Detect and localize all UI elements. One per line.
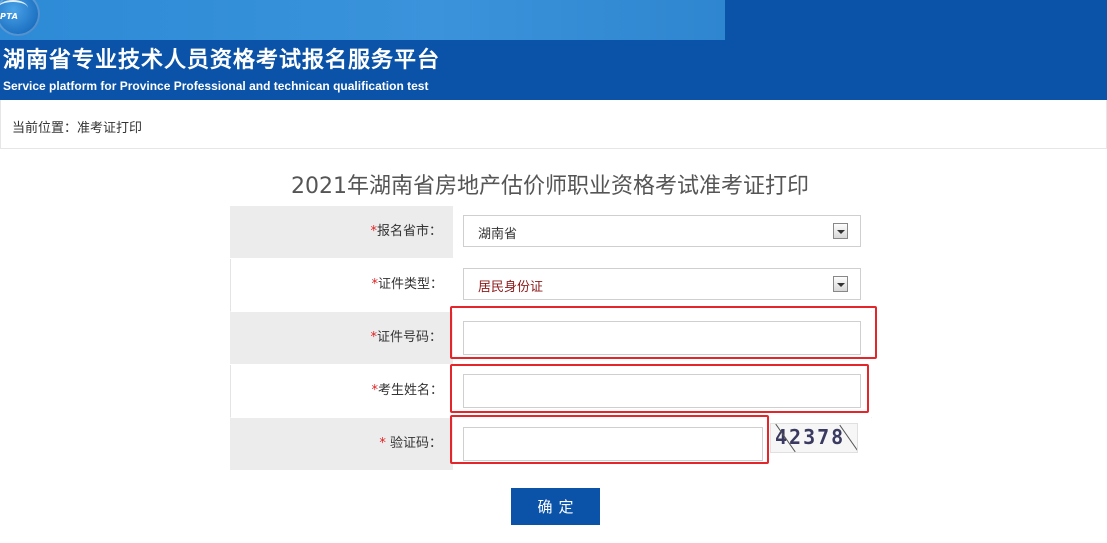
captcha-input[interactable]: [463, 427, 763, 461]
breadcrumb-bar: 当前位置：准考证打印: [0, 100, 1107, 149]
id-number-label: *证件号码：: [230, 312, 442, 364]
name-label: *考生姓名：: [231, 365, 443, 417]
id-type-cell: 居民身份证: [453, 259, 872, 311]
chevron-down-icon[interactable]: [833, 276, 848, 292]
province-select-value: 湖南省: [478, 227, 518, 242]
required-mark: *: [379, 436, 390, 451]
breadcrumb: 当前位置：准考证打印: [12, 121, 143, 136]
province-label: *报名省市：: [230, 206, 442, 258]
chevron-down-icon[interactable]: [833, 223, 848, 239]
site-title: 湖南省专业技术人员资格考试报名服务平台: [3, 47, 441, 73]
captcha-label-text: 验证码：: [389, 436, 442, 451]
captcha-label: * 验证码：: [230, 418, 442, 470]
captcha-image[interactable]: 42378: [770, 423, 858, 453]
id-type-label: *证件类型：: [231, 259, 443, 311]
id-number-row: *证件号码：: [230, 312, 872, 365]
header-band: [0, 0, 725, 40]
logo-text: PTA: [0, 12, 19, 21]
name-input[interactable]: [463, 374, 861, 408]
province-select[interactable]: 湖南省: [463, 215, 861, 247]
page-title: 2021年湖南省房地产估价师职业资格考试准考证打印: [291, 174, 809, 199]
submit-button[interactable]: 确定: [511, 488, 600, 525]
site-header: PTA 湖南省专业技术人员资格考试报名服务平台 Service platform…: [0, 0, 1107, 100]
name-label-text: 考生姓名：: [377, 383, 443, 398]
name-row: *考生姓名：: [230, 365, 872, 418]
name-cell: [453, 365, 872, 417]
id-number-input[interactable]: [463, 321, 861, 355]
id-type-row: *证件类型： 居民身份证: [230, 259, 872, 312]
province-row: *报名省市： 湖南省: [230, 206, 872, 259]
site-subtitle: Service platform for Province Profession…: [3, 79, 429, 93]
id-number-cell: [453, 312, 872, 364]
province-cell: 湖南省: [453, 206, 872, 258]
id-type-select-value: 居民身份证: [478, 280, 544, 295]
id-number-label-text: 证件号码：: [376, 330, 442, 345]
province-label-text: 报名省市：: [376, 224, 442, 239]
id-type-label-text: 证件类型：: [377, 277, 443, 292]
id-type-select[interactable]: 居民身份证: [463, 268, 861, 300]
